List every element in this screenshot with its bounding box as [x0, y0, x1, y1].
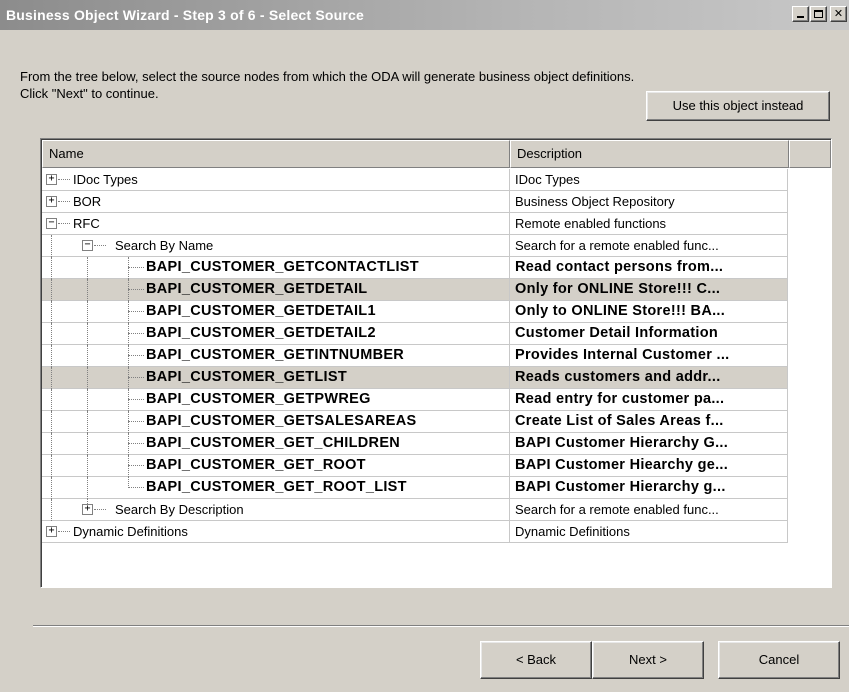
collapse-icon[interactable]: −: [46, 218, 57, 229]
tree-row-bapi-function[interactable]: BAPI_CUSTOMER_GETINTNUMBER Provides Inte…: [42, 345, 788, 367]
next-button[interactable]: Next >: [592, 641, 704, 679]
tree-cell-description: Search for a remote enabled func...: [510, 235, 788, 257]
tree-cell-name: BAPI_CUSTOMER_GETDETAIL1: [42, 301, 510, 323]
tree-cell-name: BAPI_CUSTOMER_GETDETAIL: [42, 279, 510, 301]
tree-row-bapi-function[interactable]: BAPI_CUSTOMER_GET_CHILDREN BAPI Customer…: [42, 433, 788, 455]
tree-row-bapi-function[interactable]: BAPI_CUSTOMER_GETSALESAREAS Create List …: [42, 411, 788, 433]
tree-row-bapi-function[interactable]: BAPI_CUSTOMER_GETCONTACTLIST Read contac…: [42, 257, 788, 279]
tree-cell-description: BAPI Customer Hiearchy ge...: [510, 455, 788, 477]
tree-rows: + IDoc Types IDoc Types + BOR Business O…: [42, 169, 831, 543]
back-button[interactable]: < Back: [480, 641, 592, 679]
tree-cell-name: − Search By Name: [42, 235, 510, 257]
tree-cell-name: + Search By Description: [42, 499, 510, 521]
column-header-filler: [789, 140, 831, 168]
tree-cell-name: + Dynamic Definitions: [42, 521, 510, 543]
tree-cell-name: BAPI_CUSTOMER_GET_ROOT_LIST: [42, 477, 510, 499]
tree-node-label: BAPI_CUSTOMER_GETDETAIL: [146, 281, 368, 297]
expand-icon[interactable]: +: [46, 174, 57, 185]
tree-cell-description: Search for a remote enabled func...: [510, 499, 788, 521]
tree-node-label: BAPI_CUSTOMER_GET_CHILDREN: [146, 435, 401, 451]
tree-node-label: BOR: [73, 194, 102, 209]
close-icon: ✕: [833, 7, 844, 20]
source-tree[interactable]: Name Description + IDoc Types IDoc Types…: [40, 138, 832, 588]
tree-cell-description: Read entry for customer pa...: [510, 389, 788, 411]
cancel-button[interactable]: Cancel: [718, 641, 840, 679]
column-header-description[interactable]: Description: [510, 140, 789, 168]
tree-row-bapi-function[interactable]: BAPI_CUSTOMER_GETDETAIL1 Only to ONLINE …: [42, 301, 788, 323]
tree-row-bapi-function[interactable]: BAPI_CUSTOMER_GETDETAIL2 Customer Detail…: [42, 323, 788, 345]
tree-cell-description: Provides Internal Customer ...: [510, 345, 788, 367]
tree-cell-description: BAPI Customer Hierarchy G...: [510, 433, 788, 455]
tree-row-bapi-function[interactable]: BAPI_CUSTOMER_GETPWREG Read entry for cu…: [42, 389, 788, 411]
tree-node-label: RFC: [73, 216, 100, 231]
tree-row-search-by-description[interactable]: + Search By Description Search for a rem…: [42, 499, 788, 521]
tree-cell-name: BAPI_CUSTOMER_GETSALESAREAS: [42, 411, 510, 433]
instructions-line-1: From the tree below, select the source n…: [20, 69, 635, 84]
tree-cell-name: BAPI_CUSTOMER_GETDETAIL2: [42, 323, 510, 345]
tree-cell-description: IDoc Types: [510, 169, 788, 191]
tree-row-bor[interactable]: + BOR Business Object Repository: [42, 191, 788, 213]
tree-node-label: BAPI_CUSTOMER_GETCONTACTLIST: [146, 259, 419, 275]
close-button[interactable]: ✕: [830, 6, 847, 22]
tree-row-dynamic-definitions[interactable]: + Dynamic Definitions Dynamic Definition…: [42, 521, 788, 543]
tree-cell-description: Only for ONLINE Store!!! C...: [510, 279, 788, 301]
tree-cell-description: Only to ONLINE Store!!! BA...: [510, 301, 788, 323]
tree-cell-name: BAPI_CUSTOMER_GET_CHILDREN: [42, 433, 510, 455]
tree-cell-name: − RFC: [42, 213, 510, 235]
collapse-icon[interactable]: −: [82, 240, 93, 251]
tree-node-label: Search By Description: [115, 502, 244, 517]
tree-node-label: Dynamic Definitions: [73, 524, 188, 539]
maximize-icon: [814, 10, 823, 18]
tree-cell-description: Reads customers and addr...: [510, 367, 788, 389]
column-header-name[interactable]: Name: [42, 140, 510, 168]
tree-cell-name: BAPI_CUSTOMER_GETINTNUMBER: [42, 345, 510, 367]
tree-row-idoc-types[interactable]: + IDoc Types IDoc Types: [42, 169, 788, 191]
tree-row-rfc[interactable]: − RFC Remote enabled functions: [42, 213, 788, 235]
tree-cell-description: BAPI Customer Hierarchy g...: [510, 477, 788, 499]
tree-cell-name: + BOR: [42, 191, 510, 213]
use-this-object-button[interactable]: Use this object instead: [646, 91, 830, 121]
tree-node-label: BAPI_CUSTOMER_GETDETAIL2: [146, 325, 376, 341]
minimize-button[interactable]: [792, 6, 809, 22]
tree-cell-name: + IDoc Types: [42, 169, 510, 191]
maximize-button[interactable]: [810, 6, 827, 22]
tree-node-label: BAPI_CUSTOMER_GETLIST: [146, 369, 348, 385]
tree-node-label: BAPI_CUSTOMER_GET_ROOT_LIST: [146, 479, 407, 495]
tree-node-label: IDoc Types: [73, 172, 138, 187]
tree-header: Name Description: [42, 140, 831, 168]
tree-row-search-by-name[interactable]: − Search By Name Search for a remote ena…: [42, 235, 788, 257]
tree-cell-description: Dynamic Definitions: [510, 521, 788, 543]
tree-row-bapi-function[interactable]: BAPI_CUSTOMER_GET_ROOT BAPI Customer Hie…: [42, 455, 788, 477]
tree-node-label: BAPI_CUSTOMER_GETSALESAREAS: [146, 413, 417, 429]
window-title: Business Object Wizard - Step 3 of 6 - S…: [6, 7, 365, 23]
footer-separator: [33, 625, 849, 627]
minimize-icon: [797, 16, 804, 18]
tree-node-label: BAPI_CUSTOMER_GETDETAIL1: [146, 303, 376, 319]
expand-icon[interactable]: +: [46, 196, 57, 207]
tree-row-bapi-function-selected[interactable]: BAPI_CUSTOMER_GETDETAIL Only for ONLINE …: [42, 279, 788, 301]
tree-row-bapi-function[interactable]: BAPI_CUSTOMER_GET_ROOT_LIST BAPI Custome…: [42, 477, 788, 499]
expand-icon[interactable]: +: [82, 504, 93, 515]
tree-node-label: BAPI_CUSTOMER_GETPWREG: [146, 391, 371, 407]
tree-cell-name: BAPI_CUSTOMER_GETCONTACTLIST: [42, 257, 510, 279]
tree-cell-name: BAPI_CUSTOMER_GET_ROOT: [42, 455, 510, 477]
tree-node-label: BAPI_CUSTOMER_GETINTNUMBER: [146, 347, 405, 363]
tree-node-label: BAPI_CUSTOMER_GET_ROOT: [146, 457, 366, 473]
tree-cell-description: Remote enabled functions: [510, 213, 788, 235]
tree-node-label: Search By Name: [115, 238, 214, 253]
tree-cell-name: BAPI_CUSTOMER_GETPWREG: [42, 389, 510, 411]
expand-icon[interactable]: +: [46, 526, 57, 537]
title-bar[interactable]: Business Object Wizard - Step 3 of 6 - S…: [0, 0, 849, 30]
tree-cell-name: BAPI_CUSTOMER_GETLIST: [42, 367, 510, 389]
tree-row-bapi-function-selected[interactable]: BAPI_CUSTOMER_GETLIST Reads customers an…: [42, 367, 788, 389]
tree-cell-description: Read contact persons from...: [510, 257, 788, 279]
tree-cell-description: Create List of Sales Areas f...: [510, 411, 788, 433]
tree-cell-description: Business Object Repository: [510, 191, 788, 213]
tree-cell-description: Customer Detail Information: [510, 323, 788, 345]
